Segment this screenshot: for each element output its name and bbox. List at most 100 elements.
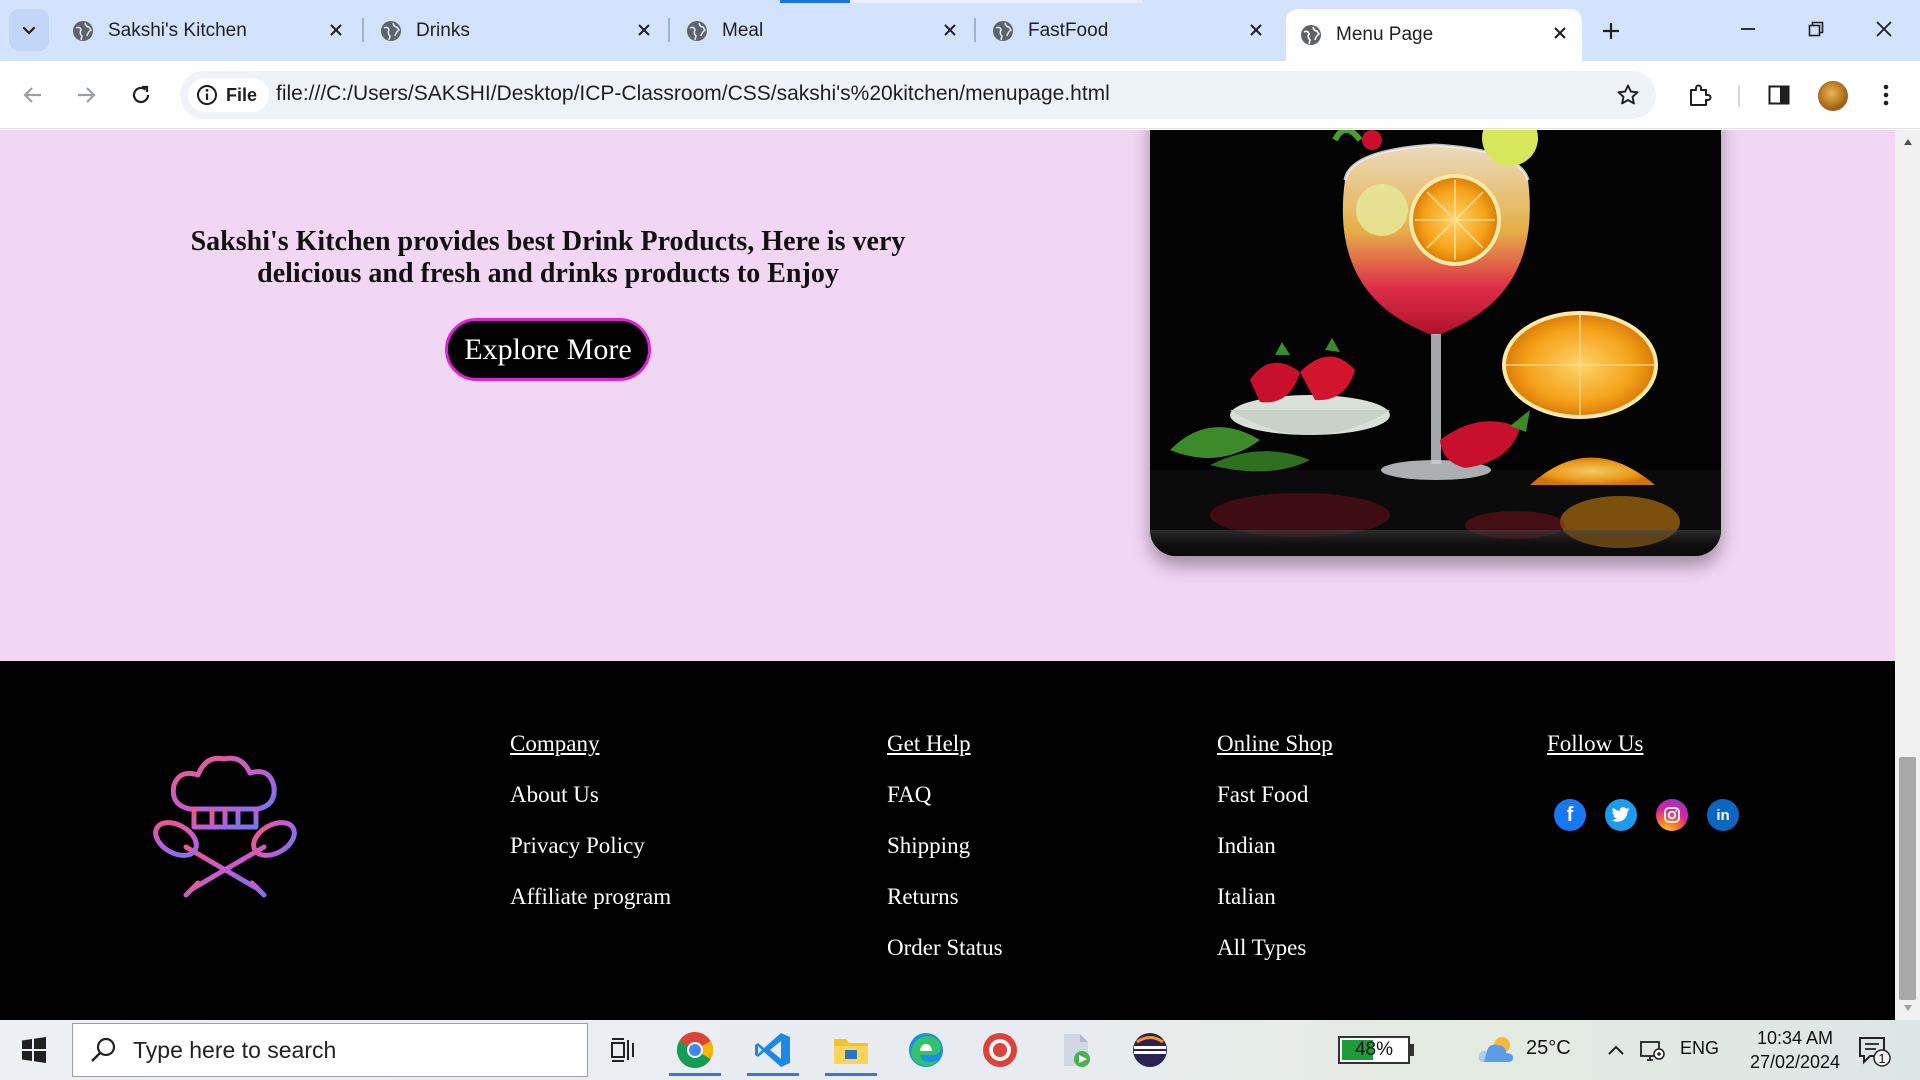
footer-link-shipping[interactable]: Shipping [887,831,1003,882]
close-window-button[interactable] [1856,6,1912,52]
facebook-icon[interactable]: f [1554,799,1586,831]
temperature-label[interactable]: 25°C [1526,1037,1571,1060]
scroll-up-button[interactable] [1895,132,1920,152]
tab-search-button[interactable] [9,9,49,51]
input-language[interactable]: ENG [1680,1038,1719,1059]
globe-icon [1300,24,1322,46]
close-icon[interactable] [938,18,962,42]
opera-taskbar-button[interactable] [970,1024,1030,1076]
browser-toolbar: File file:///C:/Users/SAKSHI/Desktop/ICP… [0,61,1920,129]
instagram-icon[interactable] [1656,799,1688,831]
site-footer: Company About Us Privacy Policy Affiliat… [0,661,1895,1020]
browser-menu-button[interactable] [1866,75,1906,115]
footer-link-affiliate-program[interactable]: Affiliate program [510,882,671,933]
media-app-taskbar-button[interactable] [1046,1024,1106,1076]
forward-button[interactable] [66,75,106,115]
twitter-icon[interactable] [1605,799,1637,831]
close-icon[interactable] [324,18,348,42]
tab-separator [974,18,976,42]
globe-icon [72,20,94,42]
taskbar-search-box[interactable]: Type here to search [72,1023,588,1077]
restore-button[interactable] [1788,6,1844,52]
explore-more-button[interactable]: Explore More [445,318,651,381]
info-icon [196,84,218,106]
footer-link-about-us[interactable]: About Us [510,780,671,831]
network-button[interactable] [1638,1036,1666,1064]
close-icon[interactable] [632,18,656,42]
tab-separator [668,18,670,42]
notification-center-button[interactable]: 1 [1856,1034,1892,1068]
tab-fastfood[interactable]: FastFood [978,6,1278,55]
globe-icon [992,20,1014,42]
windows-logo-icon [22,1037,46,1063]
restore-icon [1808,21,1824,37]
extensions-button[interactable] [1680,75,1720,115]
reload-button[interactable] [121,75,161,115]
show-hidden-icons-button[interactable] [1602,1036,1630,1064]
profile-avatar[interactable] [1818,81,1848,111]
footer-link-indian[interactable]: Indian [1217,831,1333,882]
tab-meal[interactable]: Meal [672,6,972,55]
tab-drinks[interactable]: Drinks [366,6,666,55]
scrollbar-thumb[interactable] [1899,757,1916,1000]
footer-heading-company[interactable]: Company [510,729,671,780]
tab-title: Meal [722,19,764,41]
start-button[interactable] [12,1032,56,1068]
vscode-taskbar-button[interactable] [743,1024,803,1076]
footer-link-faq[interactable]: FAQ [887,780,1003,831]
tab-title: Drinks [416,19,470,41]
footer-link-italian[interactable]: Italian [1217,882,1333,933]
footer-link-fast-food[interactable]: Fast Food [1217,780,1333,831]
chevron-up-icon [1608,1045,1624,1055]
minimize-button[interactable] [1720,6,1776,52]
eclipse-taskbar-button[interactable] [1120,1024,1180,1076]
back-button[interactable] [13,75,53,115]
tab-menu-page[interactable]: Menu Page [1286,9,1582,61]
windows-taskbar: Type here to search 48% 25°C ENG 10:34 A… [0,1020,1920,1080]
footer-column-get-help: Get Help FAQ Shipping Returns Order Stat… [887,729,1003,984]
edge-icon [909,1033,943,1067]
side-panel-button[interactable] [1759,75,1799,115]
hero-headline: Sakshi's Kitchen provides best Drink Pro… [190,226,906,289]
page-scrollbar[interactable] [1895,130,1920,1020]
page-viewport: Sakshi's Kitchen provides best Drink Pro… [0,130,1920,1020]
tab-loading-indicator [780,0,850,3]
url-text[interactable]: file:///C:/Users/SAKSHI/Desktop/ICP-Clas… [276,82,1110,106]
bookmark-button[interactable] [1612,79,1644,111]
clock-time: 10:34 AM [1756,1028,1834,1048]
globe-icon [686,20,708,42]
clock[interactable]: 10:34 AM 27/02/2024 [1730,1026,1860,1074]
site-info-chip[interactable]: File [188,78,270,112]
footer-link-all-types[interactable]: All Types [1217,933,1333,984]
scroll-down-button[interactable] [1895,998,1920,1018]
battery-terminal [1410,1044,1414,1056]
search-placeholder: Type here to search [133,1036,337,1063]
footer-heading-get-help[interactable]: Get Help [887,729,1003,780]
close-icon[interactable] [1548,21,1572,45]
star-icon [1617,84,1639,105]
task-view-icon [611,1038,634,1062]
notification-count: 1 [1878,1051,1886,1066]
footer-heading-follow-us[interactable]: Follow Us [1547,729,1644,780]
edge-taskbar-button[interactable] [896,1024,956,1076]
task-view-button[interactable] [593,1024,653,1076]
new-tab-button[interactable] [1594,14,1628,48]
tab-sakshis-kitchen[interactable]: Sakshi's Kitchen [58,6,358,55]
footer-column-follow-us: Follow Us [1547,729,1644,780]
chrome-taskbar-button[interactable] [665,1024,725,1076]
address-bar[interactable]: File file:///C:/Users/SAKSHI/Desktop/ICP… [180,71,1656,119]
linkedin-icon[interactable]: in [1707,799,1739,831]
footer-link-order-status[interactable]: Order Status [887,933,1003,984]
file-explorer-taskbar-button[interactable] [821,1024,881,1076]
arrow-left-icon [23,87,41,103]
globe-icon [380,20,402,42]
footer-link-privacy-policy[interactable]: Privacy Policy [510,831,671,882]
close-icon[interactable] [1244,18,1268,42]
close-icon [1876,21,1892,37]
chevron-down-icon [22,26,36,35]
footer-link-returns[interactable]: Returns [887,882,1003,933]
battery-indicator[interactable]: 48% [1338,1036,1410,1064]
cloudy-weather-icon[interactable] [1476,1034,1518,1066]
triangle-up-icon [1903,139,1912,145]
footer-heading-online-shop[interactable]: Online Shop [1217,729,1333,780]
